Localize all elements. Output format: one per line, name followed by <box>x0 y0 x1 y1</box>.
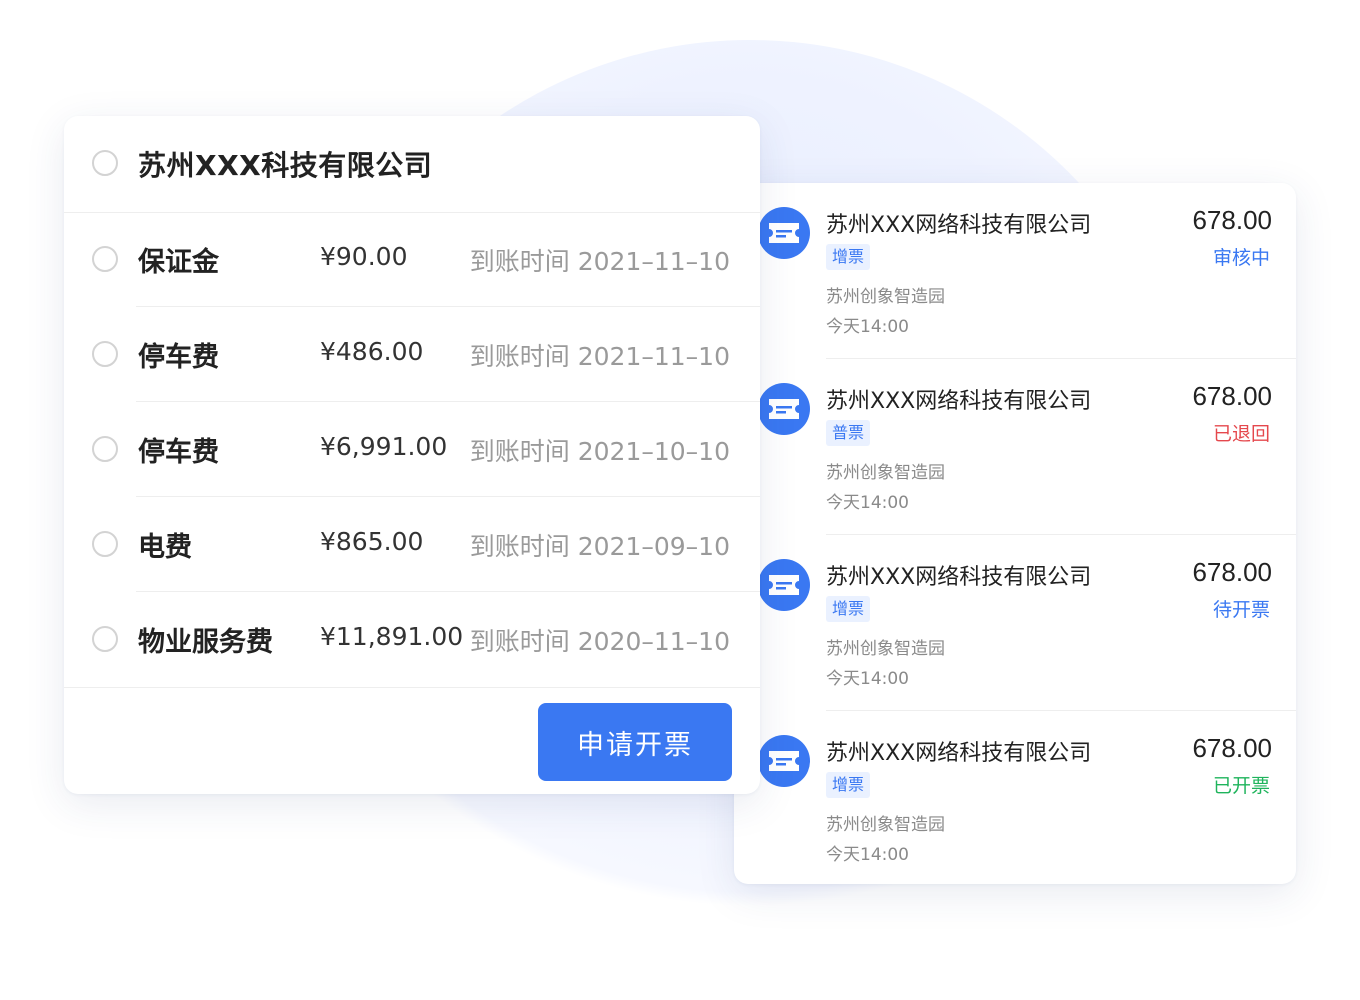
invoice-time: 今天14:00 <box>826 669 909 689</box>
invoice-status: 已退回 <box>1212 423 1270 445</box>
invoice-company: 苏州XXX网络科技有限公司 <box>826 741 1092 766</box>
invoice-time: 今天14:00 <box>826 317 909 337</box>
fee-amount: ¥486.00 <box>320 337 424 366</box>
company-row[interactable]: 苏州XXX科技有限公司 <box>64 116 760 213</box>
invoice-list-card: 苏州XXX网络科技有限公司 增票 苏州创象智造园 今天14:00 678.00 … <box>734 183 1296 884</box>
fee-amount: ¥90.00 <box>320 242 408 271</box>
fee-radio[interactable] <box>92 436 118 462</box>
invoice-status: 已开票 <box>1212 775 1270 797</box>
ticket-icon <box>758 383 810 435</box>
fee-amount: ¥865.00 <box>320 527 424 556</box>
fee-name: 停车费 <box>138 437 219 468</box>
ticket-icon <box>758 207 810 259</box>
company-name: 苏州XXX科技有限公司 <box>138 149 433 182</box>
fee-name: 物业服务费 <box>138 627 273 658</box>
ticket-icon <box>758 735 810 787</box>
invoice-type-tag: 增票 <box>826 596 871 622</box>
fee-radio[interactable] <box>92 531 118 557</box>
invoice-location: 苏州创象智造园 <box>826 463 945 483</box>
fee-row[interactable]: 物业服务费 ¥11,891.00 到账时间 2020–11–10 <box>64 592 760 687</box>
fee-name: 电费 <box>138 532 192 563</box>
invoice-amount: 678.00 <box>1192 733 1272 763</box>
fee-date: 到账时间 2020–11–10 <box>469 627 730 656</box>
invoice-list-item[interactable]: 苏州XXX网络科技有限公司 增票 苏州创象智造园 今天14:00 678.00 … <box>734 535 1296 711</box>
invoice-company: 苏州XXX网络科技有限公司 <box>826 213 1092 238</box>
fee-amount: ¥11,891.00 <box>320 622 464 651</box>
invoice-list-item[interactable]: 苏州XXX网络科技有限公司 普票 苏州创象智造园 今天14:00 678.00 … <box>734 359 1296 535</box>
invoice-company: 苏州XXX网络科技有限公司 <box>826 389 1092 414</box>
invoice-list-item[interactable]: 苏州XXX网络科技有限公司 增票 苏州创象智造园 今天14:00 678.00 … <box>734 183 1296 359</box>
invoice-status: 待开票 <box>1212 599 1270 621</box>
invoice-company: 苏州XXX网络科技有限公司 <box>826 565 1092 590</box>
invoice-time: 今天14:00 <box>826 493 909 513</box>
company-radio[interactable] <box>92 150 118 176</box>
ticket-icon <box>758 559 810 611</box>
invoice-amount: 678.00 <box>1192 381 1272 411</box>
invoice-amount: 678.00 <box>1192 557 1272 587</box>
fee-radio[interactable] <box>92 341 118 367</box>
footer-divider <box>64 687 760 688</box>
invoice-location: 苏州创象智造园 <box>826 815 945 835</box>
invoice-location: 苏州创象智造园 <box>826 287 945 307</box>
fee-selection-card: 苏州XXX科技有限公司 保证金 ¥90.00 到账时间 2021–11–10 停… <box>64 116 760 794</box>
invoice-time: 今天14:00 <box>826 845 909 865</box>
fee-amount: ¥6,991.00 <box>320 432 448 461</box>
apply-invoice-button[interactable]: 申请开票 <box>538 703 732 781</box>
invoice-status: 审核中 <box>1212 247 1270 269</box>
fee-name: 停车费 <box>138 342 219 373</box>
fee-name: 保证金 <box>138 247 219 278</box>
invoice-type-tag: 增票 <box>826 244 871 270</box>
fee-row[interactable]: 停车费 ¥486.00 到账时间 2021–11–10 <box>64 307 760 402</box>
invoice-amount: 678.00 <box>1192 205 1272 235</box>
fee-radio[interactable] <box>92 626 118 652</box>
fee-radio[interactable] <box>92 246 118 272</box>
invoice-type-tag: 普票 <box>826 420 871 446</box>
fee-date: 到账时间 2021–09–10 <box>469 532 730 561</box>
fee-row[interactable]: 电费 ¥865.00 到账时间 2021–09–10 <box>64 497 760 592</box>
invoice-list-item[interactable]: 苏州XXX网络科技有限公司 增票 苏州创象智造园 今天14:00 678.00 … <box>734 711 1296 887</box>
fee-date: 到账时间 2021–10–10 <box>469 437 730 466</box>
fee-date: 到账时间 2021–11–10 <box>469 247 730 276</box>
invoice-location: 苏州创象智造园 <box>826 639 945 659</box>
fee-row[interactable]: 保证金 ¥90.00 到账时间 2021–11–10 <box>64 212 760 307</box>
fee-row[interactable]: 停车费 ¥6,991.00 到账时间 2021–10–10 <box>64 402 760 497</box>
fee-date: 到账时间 2021–11–10 <box>469 342 730 371</box>
invoice-type-tag: 增票 <box>826 772 871 798</box>
